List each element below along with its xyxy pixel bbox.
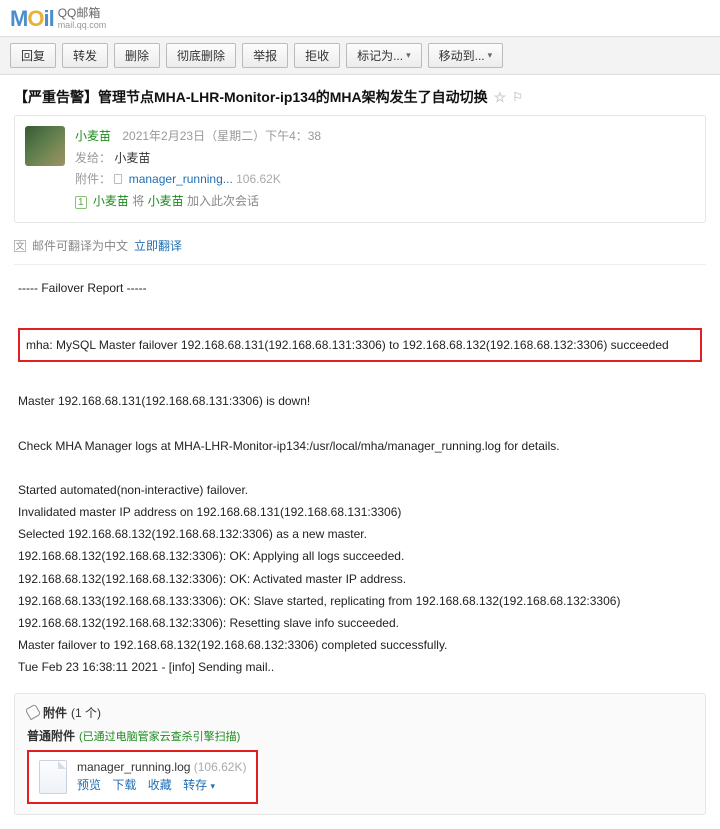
to-label: 发给： <box>75 151 111 165</box>
file-icon <box>114 174 122 184</box>
attach-subheading: 普通附件(已通过电脑管家云查杀引擎扫描) <box>27 727 693 744</box>
body-line: Check MHA Manager logs at MHA-LHR-Monito… <box>18 435 702 457</box>
body-line: Master 192.168.68.131(192.168.68.131:330… <box>18 390 702 412</box>
file-icon <box>39 760 67 794</box>
chevron-down-icon: ▾ <box>406 50 411 61</box>
preview-link[interactable]: 预览 <box>77 778 101 792</box>
mail-body: ----- Failover Report ----- mha: MySQL M… <box>0 273 720 692</box>
brand-header: MOil QQ邮箱 mail.qq.com <box>0 0 720 36</box>
attach-size: 106.62K <box>236 172 281 186</box>
body-line: 192.168.68.132(192.168.68.132:3306): OK:… <box>18 545 702 567</box>
body-line: Master failover to 192.168.68.132(192.16… <box>18 634 702 656</box>
mail-meta: 小麦苗 2021年2月23日（星期二）下午4：38 发给： 小麦苗 附件： ma… <box>14 115 706 223</box>
conversation-line: 1 小麦苗 将 小麦苗 加入此次会话 <box>75 191 695 213</box>
mark-as-dropdown[interactable]: 标记为...▾ <box>346 43 422 68</box>
reject-button[interactable]: 拒收 <box>294 43 340 68</box>
logo-subtext: QQ邮箱 mail.qq.com <box>58 7 107 30</box>
mail-subject: 【严重告警】管理节点MHA-LHR-Monitor-ip134的MHA架构发生了… <box>0 75 720 115</box>
attach-label: 附件： <box>75 172 111 186</box>
body-line: 192.168.68.133(192.168.68.133:3306): OK:… <box>18 590 702 612</box>
forward-button[interactable]: 转发 <box>62 43 108 68</box>
chevron-down-icon: ▾ <box>488 50 493 61</box>
chevron-down-icon: ▾ <box>210 781 215 791</box>
move-to-dropdown[interactable]: 移动到...▾ <box>428 43 504 68</box>
to-recipient[interactable]: 小麦苗 <box>114 151 150 165</box>
report-button[interactable]: 举报 <box>242 43 288 68</box>
attachment-filesize: (106.62K) <box>194 760 247 774</box>
delete-button[interactable]: 删除 <box>114 43 160 68</box>
body-line: 192.168.68.132(192.168.68.132:3306): Res… <box>18 612 702 634</box>
highlight-success: mha: MySQL Master failover 192.168.68.13… <box>18 328 702 362</box>
body-line: Tue Feb 23 16:38:11 2021 - [info] Sendin… <box>18 656 702 678</box>
star-icon[interactable]: ☆ <box>494 89 507 106</box>
reply-button[interactable]: 回复 <box>10 43 56 68</box>
delete-forever-button[interactable]: 彻底删除 <box>166 43 236 68</box>
body-line: ----- Failover Report ----- <box>18 277 702 299</box>
attach-link[interactable]: manager_running... <box>129 172 233 186</box>
sender-name[interactable]: 小麦苗 <box>75 129 111 143</box>
body-line: Started automated(non-interactive) failo… <box>18 479 702 501</box>
attachment-card: manager_running.log (106.62K) 预览 下载 收藏 转… <box>27 750 258 804</box>
translate-bar: 文 邮件可翻译为中文 立即翻译 <box>14 231 706 265</box>
logo-icon: MOil <box>10 6 54 32</box>
favorite-link[interactable]: 收藏 <box>148 778 172 792</box>
attachment-section: 附件(1 个) 普通附件(已通过电脑管家云查杀引擎扫描) manager_run… <box>14 693 706 815</box>
attachment-filename: manager_running.log <box>77 760 190 774</box>
mail-toolbar: 回复 转发 删除 彻底删除 举报 拒收 标记为...▾ 移动到...▾ <box>0 36 720 75</box>
flag-icon[interactable]: ⚐ <box>512 90 523 104</box>
attach-heading: 附件(1 个) <box>27 704 693 721</box>
send-time: 2021年2月23日（星期二）下午4：38 <box>122 129 321 143</box>
translate-icon: 文 <box>14 240 26 252</box>
paperclip-icon <box>25 704 41 720</box>
body-line: 192.168.68.132(192.168.68.132:3306): OK:… <box>18 568 702 590</box>
body-line: Invalidated master IP address on 192.168… <box>18 501 702 523</box>
translate-now-link[interactable]: 立即翻译 <box>134 237 182 254</box>
download-link[interactable]: 下载 <box>112 778 136 792</box>
transfer-dropdown[interactable]: 转存 ▾ <box>183 778 215 792</box>
sender-avatar[interactable] <box>25 126 65 166</box>
body-line: Selected 192.168.68.132(192.168.68.132:3… <box>18 523 702 545</box>
